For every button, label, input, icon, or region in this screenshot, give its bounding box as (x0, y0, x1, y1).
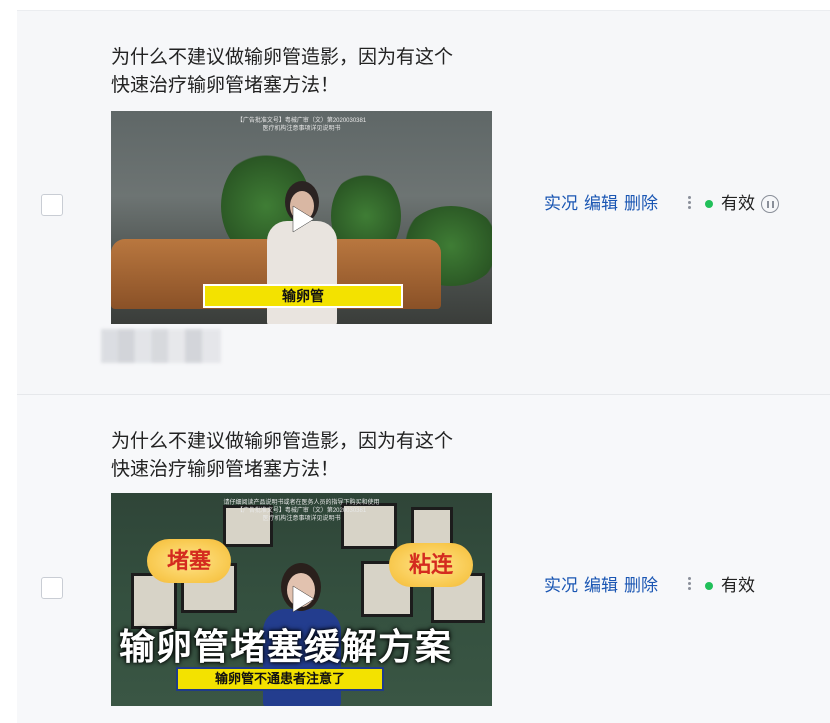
sticker-label: 堵塞 (147, 539, 231, 583)
play-icon[interactable] (283, 201, 319, 237)
row-actions: 实况 编辑 删除 (544, 574, 664, 598)
status-dot-icon (705, 582, 713, 590)
edit-link[interactable]: 编辑 (584, 194, 618, 213)
blurred-info (101, 329, 221, 363)
delete-link[interactable]: 删除 (624, 576, 658, 595)
ad-notice-line: 【广告批准文号】粤械广审（文）第2020030381 (236, 508, 367, 514)
status-indicator: 有效 (705, 574, 755, 598)
sticker-label: 粘连 (389, 543, 473, 587)
video-thumbnail[interactable]: 请仔细阅读产品说明书或者在医务人员的指导下购买和使用 【广告批准文号】粤械广审（… (111, 493, 492, 706)
more-options-icon[interactable] (685, 576, 693, 594)
play-icon[interactable] (283, 581, 319, 617)
video-thumbnail[interactable]: 【广告批准文号】粤械广审（文）第2020030381 医疗机构注意事项详见说明书… (111, 111, 492, 324)
status-text: 有效 (721, 194, 755, 213)
ad-title-line: 为什么不建议做输卵管造影，因为有这个 (111, 431, 454, 452)
ad-notice: 请仔细阅读产品说明书或者在医务人员的指导下购买和使用 【广告批准文号】粤械广审（… (111, 499, 492, 523)
status-dot-icon (705, 200, 713, 208)
ad-notice: 【广告批准文号】粤械广审（文）第2020030381 医疗机构注意事项详见说明书 (111, 117, 492, 133)
ad-title: 为什么不建议做输卵管造影，因为有这个 快速治疗输卵管堵塞方法！ (111, 44, 491, 100)
more-options-icon[interactable] (685, 195, 693, 213)
video-caption: 输卵管 (203, 284, 403, 308)
live-link[interactable]: 实况 (544, 576, 578, 595)
ad-notice-line: 医疗机构注意事项详见说明书 (262, 126, 341, 132)
video-caption: 输卵管不通患者注意了 (176, 667, 384, 691)
ad-row: 为什么不建议做输卵管造影，因为有这个 快速治疗输卵管堵塞方法！ 【广告批准文号】… (17, 10, 830, 395)
pause-icon[interactable] (761, 195, 779, 213)
status-text: 有效 (721, 576, 755, 595)
ad-title: 为什么不建议做输卵管造影，因为有这个 快速治疗输卵管堵塞方法！ (111, 428, 491, 484)
ad-title-line: 快速治疗输卵管堵塞方法！ (111, 75, 340, 96)
delete-link[interactable]: 删除 (624, 194, 658, 213)
live-link[interactable]: 实况 (544, 194, 578, 213)
status-indicator: 有效 (705, 192, 779, 216)
ad-notice-line: 请仔细阅读产品说明书或者在医务人员的指导下购买和使用 (223, 500, 380, 506)
ad-title-line: 为什么不建议做输卵管造影，因为有这个 (111, 47, 454, 68)
row-actions: 实况 编辑 删除 (544, 192, 664, 216)
row-checkbox[interactable] (41, 194, 63, 216)
ad-row: 为什么不建议做输卵管造影，因为有这个 快速治疗输卵管堵塞方法！ 请仔细阅读产品说… (17, 394, 830, 723)
edit-link[interactable]: 编辑 (584, 576, 618, 595)
ad-notice-line: 【广告批准文号】粤械广审（文）第2020030381 (236, 118, 367, 124)
video-headline: 输卵管堵塞缓解方案 (119, 626, 453, 667)
ad-notice-line: 医疗机构注意事项详见说明书 (262, 516, 341, 522)
row-checkbox[interactable] (41, 577, 63, 599)
ad-title-line: 快速治疗输卵管堵塞方法！ (111, 459, 340, 480)
